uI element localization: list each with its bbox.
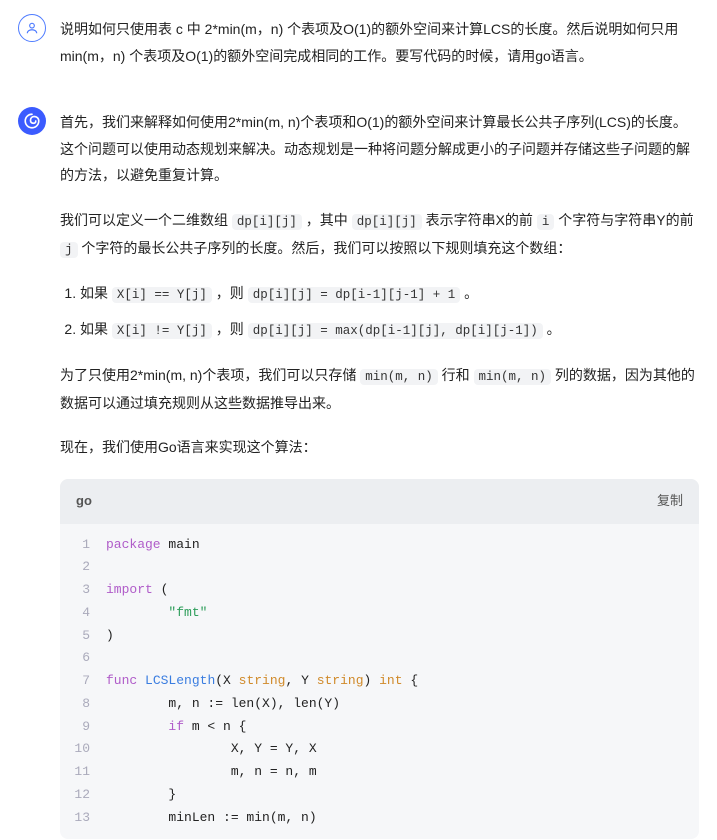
- bot-avatar: [18, 107, 46, 135]
- gutter: 8: [60, 693, 106, 716]
- inline-code: min(m, n): [360, 369, 438, 385]
- code-line: m, n = n, m: [106, 761, 317, 784]
- code-line: import (: [106, 579, 168, 602]
- text: 我们可以定义一个二维数组: [60, 212, 232, 228]
- text: 个字符的最长公共子序列的长度。然后，我们可以按照以下规则填充这个数组：: [78, 240, 572, 256]
- code-line: "fmt": [106, 602, 207, 625]
- text: 如果: [80, 321, 112, 337]
- code-lang-label: go: [76, 489, 92, 514]
- code-header: go 复制: [60, 479, 699, 524]
- inline-code: i: [537, 214, 555, 230]
- inline-code: j: [60, 242, 78, 258]
- inline-code: dp[i][j]: [232, 214, 302, 230]
- gutter: 11: [60, 761, 106, 784]
- text: 如果: [80, 285, 112, 301]
- inline-code: dp[i][j]: [352, 214, 422, 230]
- user-avatar: [18, 14, 46, 42]
- bot-para-1: 首先，我们来解释如何使用2*min(m, n)个表项和O(1)的额外空间来计算最…: [60, 109, 699, 189]
- user-message-body: 说明如何只使用表 c 中 2*min(m，n) 个表项及O(1)的额外空间来计算…: [60, 14, 699, 87]
- gutter: 13: [60, 807, 106, 830]
- rule-item-2: 如果 X[i] != Y[j] ，则 dp[i][j] = max(dp[i-1…: [80, 316, 699, 344]
- code-block: go 复制 1package main 2 3import ( 4 "fmt" …: [60, 479, 699, 839]
- code-line: func LCSLength(X string, Y string) int {: [106, 670, 418, 693]
- code-line: ): [106, 625, 114, 648]
- gutter: 3: [60, 579, 106, 602]
- text: 个字符与字符串Y的前: [554, 212, 693, 228]
- user-message: 说明如何只使用表 c 中 2*min(m，n) 个表项及O(1)的额外空间来计算…: [0, 0, 717, 93]
- inline-code: dp[i][j] = max(dp[i-1][j], dp[i][j-1]): [248, 323, 543, 339]
- inline-code: X[i] == Y[j]: [112, 287, 212, 303]
- text: ，则: [212, 285, 248, 301]
- code-line: package main: [106, 534, 200, 557]
- code-line: minLen := min(m, n): [106, 807, 317, 830]
- gutter: 1: [60, 534, 106, 557]
- gutter: 10: [60, 738, 106, 761]
- rule-list: 如果 X[i] == Y[j] ，则 dp[i][j] = dp[i-1][j-…: [60, 280, 699, 344]
- text: 表示字符串X的前: [422, 212, 537, 228]
- rule-item-1: 如果 X[i] == Y[j] ，则 dp[i][j] = dp[i-1][j-…: [80, 280, 699, 308]
- text: ，其中: [302, 212, 352, 228]
- text: 为了只使用2*min(m, n)个表项，我们可以只存储: [60, 367, 360, 383]
- text: 行和: [438, 367, 474, 383]
- inline-code: min(m, n): [474, 369, 552, 385]
- code-body[interactable]: 1package main 2 3import ( 4 "fmt" 5) 6 7…: [60, 524, 699, 840]
- bot-message: 首先，我们来解释如何使用2*min(m, n)个表项和O(1)的额外空间来计算最…: [0, 93, 717, 840]
- gutter: 2: [60, 556, 106, 579]
- bot-para-2: 我们可以定义一个二维数组 dp[i][j] ，其中 dp[i][j] 表示字符串…: [60, 207, 699, 263]
- text: 。: [543, 321, 561, 337]
- code-line: if m < n {: [106, 716, 246, 739]
- code-line: }: [106, 784, 176, 807]
- gutter: 6: [60, 647, 106, 670]
- copy-button[interactable]: 复制: [657, 489, 683, 514]
- text: ，则: [212, 321, 248, 337]
- bot-message-body: 首先，我们来解释如何使用2*min(m, n)个表项和O(1)的额外空间来计算最…: [60, 107, 699, 839]
- user-text: 说明如何只使用表 c 中 2*min(m，n) 个表项及O(1)的额外空间来计算…: [60, 16, 699, 69]
- bot-para-3: 为了只使用2*min(m, n)个表项，我们可以只存储 min(m, n) 行和…: [60, 362, 699, 416]
- gutter: 7: [60, 670, 106, 693]
- inline-code: dp[i][j] = dp[i-1][j-1] + 1: [248, 287, 461, 303]
- gutter: 9: [60, 716, 106, 739]
- gutter: 4: [60, 602, 106, 625]
- code-line: X, Y = Y, X: [106, 738, 317, 761]
- code-line: m, n := len(X), len(Y): [106, 693, 340, 716]
- text: 。: [460, 285, 478, 301]
- user-icon: [25, 21, 39, 35]
- swirl-icon: [23, 112, 41, 130]
- gutter: 5: [60, 625, 106, 648]
- inline-code: X[i] != Y[j]: [112, 323, 212, 339]
- bot-para-4: 现在，我们使用Go语言来实现这个算法：: [60, 434, 699, 461]
- gutter: 12: [60, 784, 106, 807]
